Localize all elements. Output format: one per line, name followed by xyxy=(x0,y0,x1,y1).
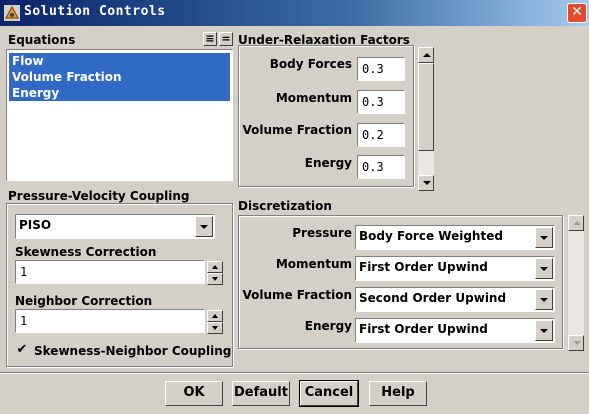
urf-momentum-label: Momentum xyxy=(275,91,352,105)
neighbor-stepper[interactable] xyxy=(207,310,223,334)
ok-button[interactable]: OK xyxy=(165,381,223,406)
neighbor-correction-label: Neighbor Correction xyxy=(15,294,153,308)
disc-pressure-dropdown[interactable]: Body Force Weighted xyxy=(355,225,555,250)
discretization-label: Discretization xyxy=(238,199,332,213)
select-all-icon[interactable]: ≡ xyxy=(203,32,217,46)
fluent-app-icon xyxy=(4,5,20,21)
discretization-scrollbar[interactable] xyxy=(568,215,584,351)
scroll-up-icon[interactable] xyxy=(418,47,434,63)
disc-energy-value: First Order Upwind xyxy=(359,322,488,336)
urf-momentum-field[interactable]: 0.3 xyxy=(357,90,405,114)
close-icon[interactable]: ✕ xyxy=(567,3,587,23)
neighbor-correction-field[interactable]: 1 xyxy=(15,309,205,333)
urf-volume-fraction-label: Volume Fraction xyxy=(242,123,352,137)
urf-body-forces-label: Body Forces xyxy=(269,57,352,71)
pv-scheme-dropdown[interactable]: PISO xyxy=(15,214,215,239)
urf-energy-field[interactable]: 0.3 xyxy=(357,155,405,179)
deselect-all-icon[interactable]: = xyxy=(219,32,233,46)
disc-volume-fraction-label: Volume Fraction xyxy=(242,288,352,302)
help-button[interactable]: Help xyxy=(369,381,427,406)
disc-energy-label: Energy xyxy=(304,319,352,333)
equations-list[interactable]: Flow Volume Fraction Energy xyxy=(6,49,233,181)
scroll-up-icon[interactable] xyxy=(568,215,584,231)
bottom-separator xyxy=(0,372,589,374)
disc-momentum-label: Momentum xyxy=(275,257,352,271)
skewness-neighbor-coupling-checkbox[interactable]: ✔ xyxy=(15,343,29,357)
skewness-stepper[interactable] xyxy=(207,261,223,285)
chevron-down-icon[interactable] xyxy=(535,289,553,310)
skewness-correction-label: Skewness Correction xyxy=(15,245,157,259)
urf-scrollbar[interactable] xyxy=(418,47,434,191)
urf-body-forces-field[interactable]: 0.3 xyxy=(357,57,405,81)
window-title: Solution Controls xyxy=(24,4,166,19)
scroll-down-icon[interactable] xyxy=(418,175,434,191)
skewness-correction-field[interactable]: 1 xyxy=(15,260,205,284)
chevron-down-icon[interactable] xyxy=(535,258,553,279)
urf-volume-fraction-field[interactable]: 0.2 xyxy=(357,123,405,147)
default-button[interactable]: Default xyxy=(232,381,290,406)
equations-label: Equations xyxy=(8,33,76,47)
list-item[interactable]: Volume Fraction xyxy=(9,69,230,85)
urf-energy-label: Energy xyxy=(304,156,352,170)
pv-scheme-value: PISO xyxy=(19,218,52,232)
chevron-down-icon[interactable] xyxy=(195,216,213,237)
decrement-icon[interactable] xyxy=(207,273,223,285)
disc-pressure-value: Body Force Weighted xyxy=(359,229,503,243)
disc-momentum-dropdown[interactable]: First Order Upwind xyxy=(355,256,555,281)
disc-volume-fraction-value: Second Order Upwind xyxy=(359,291,507,305)
skewness-neighbor-coupling-label: Skewness-Neighbor Coupling xyxy=(34,344,232,358)
scroll-down-icon[interactable] xyxy=(568,335,584,351)
increment-icon[interactable] xyxy=(207,261,223,273)
scroll-thumb[interactable] xyxy=(418,63,434,151)
increment-icon[interactable] xyxy=(207,310,223,322)
disc-pressure-label: Pressure xyxy=(292,226,352,240)
pv-coupling-label: Pressure-Velocity Coupling xyxy=(8,189,190,203)
disc-volume-fraction-dropdown[interactable]: Second Order Upwind xyxy=(355,287,555,312)
chevron-down-icon[interactable] xyxy=(535,227,553,248)
disc-momentum-value: First Order Upwind xyxy=(359,260,488,274)
disc-energy-dropdown[interactable]: First Order Upwind xyxy=(355,318,555,343)
cancel-button[interactable]: Cancel xyxy=(299,380,359,407)
list-item[interactable]: Flow xyxy=(9,53,230,69)
list-item[interactable]: Energy xyxy=(9,85,230,101)
decrement-icon[interactable] xyxy=(207,322,223,334)
chevron-down-icon[interactable] xyxy=(535,320,553,341)
